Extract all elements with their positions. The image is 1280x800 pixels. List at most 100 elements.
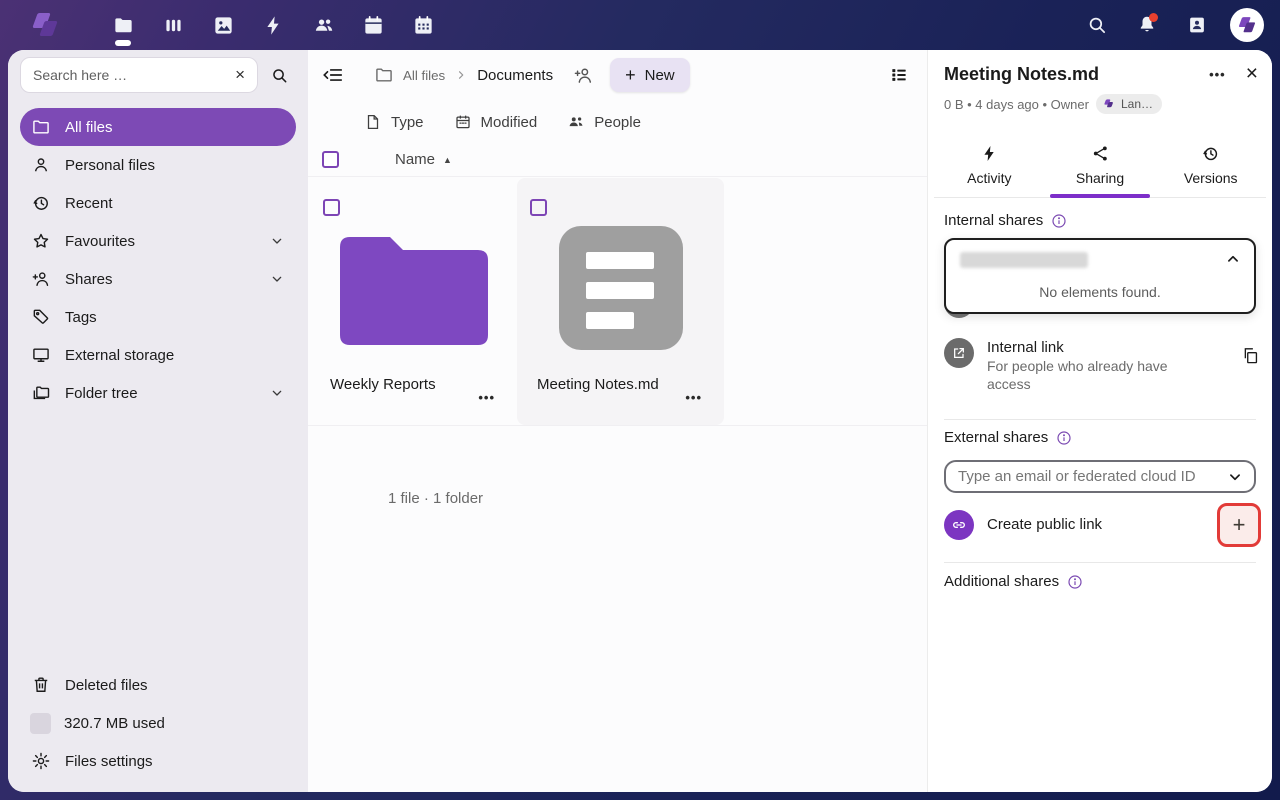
sidebar-item-all-files[interactable]: All files [20,108,296,146]
additional-shares-heading: Additional shares [944,573,1083,590]
sidebar-item-label: External storage [65,346,175,364]
info-icon[interactable] [1056,430,1072,446]
clear-search-button[interactable]: × [227,65,253,85]
user-avatar-button[interactable] [1222,0,1272,50]
nextcloud-logo[interactable] [0,12,90,38]
create-public-link-row[interactable]: Create public link + [944,503,1261,547]
tab-activity[interactable]: Activity [934,132,1045,197]
close-icon[interactable]: × [1246,62,1258,86]
contact-card-icon [1186,14,1208,36]
files-grid: Weekly Reports ••• Meeting Notes.md ••• [310,178,724,425]
sidebar-item-label: Personal files [65,156,156,174]
sidebar-item-shares[interactable]: Shares [20,260,296,298]
sharing-tab-content: Internal shares ••• Others with access N… [928,200,1272,792]
list-view-toggle-button[interactable] [889,65,909,85]
info-icon[interactable] [1067,574,1083,590]
file-tile-meeting-notes[interactable]: Meeting Notes.md ••• [517,178,724,425]
chevron-down-icon [269,271,285,287]
photos-icon [212,14,235,37]
breadcrumb-root-label: All files [403,67,446,83]
section-title: Additional shares [944,573,1060,590]
new-button[interactable]: + New [610,58,690,92]
app-dashboard[interactable] [148,0,198,50]
internal-share-search-dropdown[interactable]: No elements found. [944,238,1256,314]
filter-modified[interactable]: Modified [454,113,538,131]
history-clock-icon [31,193,51,213]
file-tile-weekly-reports[interactable]: Weekly Reports ••• [310,178,517,425]
filter-bar: Type Modified People [308,100,927,144]
filter-people[interactable]: People [567,113,641,131]
panel-tabs: Activity Sharing Versions [934,132,1266,198]
person-plus-icon [573,65,594,86]
app-activity[interactable] [248,0,298,50]
sidebar-item-folder-tree[interactable]: Folder tree [20,374,296,412]
chevron-up-icon[interactable] [1224,250,1242,268]
tab-versions[interactable]: Versions [1155,132,1266,197]
breadcrumb-all-files[interactable]: All files [374,65,445,85]
calendar-grid-icon [412,14,435,37]
link-icon [944,510,974,540]
sidebar-item-label: Favourites [65,232,136,250]
file-actions-menu[interactable]: ••• [685,390,702,405]
share-icon [1091,144,1110,163]
share-folder-button[interactable] [573,65,594,86]
folders-icon [31,383,51,403]
sidebar-item-label: Tags [65,308,97,326]
chevron-down-icon[interactable] [1226,468,1244,486]
sidebar-item-external-storage[interactable]: External storage [20,336,296,374]
tab-label: Versions [1183,169,1238,186]
sidebar-footer: Deleted files 320.7 MB used Files settin… [20,666,296,780]
external-share-input[interactable] [958,468,1226,485]
search-input[interactable] [33,67,228,83]
file-icon [364,113,382,131]
panel-actions-menu[interactable]: ••• [1209,67,1226,82]
collapse-sidebar-button[interactable] [322,64,344,86]
external-shares-heading: External shares [944,429,1072,446]
file-actions-menu[interactable]: ••• [478,390,495,405]
internal-link-row[interactable]: Internal link For people who already hav… [944,338,1260,393]
filter-label: Modified [480,113,538,131]
logo-icon [30,12,60,38]
sidebar-item-deleted-files[interactable]: Deleted files [20,666,296,704]
gear-icon [31,751,51,771]
create-public-link-add-button[interactable]: + [1217,503,1261,547]
sidebar-item-files-settings[interactable]: Files settings [20,742,296,780]
sidebar-item-recent[interactable]: Recent [20,184,296,222]
app-files[interactable] [98,0,148,50]
internal-shares-heading: Internal shares [944,212,1067,229]
new-button-label: New [644,66,675,84]
history-restore-icon [1201,144,1220,163]
app-calendar[interactable] [348,0,398,50]
sidebar-item-tags[interactable]: Tags [20,298,296,336]
top-bar [0,0,1280,50]
global-search-button[interactable] [1072,0,1122,50]
section-divider [944,419,1256,420]
create-public-link-label: Create public link [987,516,1103,533]
owner-badge[interactable]: Lan… [1095,94,1162,114]
internal-link-subtitle: For people who already have access [987,358,1168,392]
filter-type[interactable]: Type [364,113,424,131]
sidebar-item-label: Recent [65,194,113,212]
lightning-icon [980,144,999,163]
sidebar-search-button[interactable] [262,57,296,93]
sidebar-item-favourites[interactable]: Favourites [20,222,296,260]
panel-title: Meeting Notes.md [944,63,1100,84]
tab-sharing[interactable]: Sharing [1045,132,1156,197]
contacts-menu-button[interactable] [1172,0,1222,50]
app-contacts[interactable] [298,0,348,50]
select-all-checkbox[interactable] [322,151,339,168]
list-header-row: Name ▲ [308,143,927,177]
storage-quota: 320.7 MB used [20,704,296,742]
info-icon[interactable] [1051,213,1067,229]
sidebar-nav: All files Personal files Recent Favourit… [20,108,296,412]
notification-unread-dot [1149,13,1158,22]
app-photos[interactable] [198,0,248,50]
sidebar-item-personal-files[interactable]: Personal files [20,146,296,184]
notifications-button[interactable] [1122,0,1172,50]
external-share-input-box [944,460,1256,493]
collapse-sidebar-icon [322,64,344,86]
calendar-icon [362,14,385,37]
copy-link-button[interactable] [1241,346,1260,365]
app-calendar-grid[interactable] [398,0,448,50]
sort-by-name-header[interactable]: Name ▲ [395,151,452,168]
